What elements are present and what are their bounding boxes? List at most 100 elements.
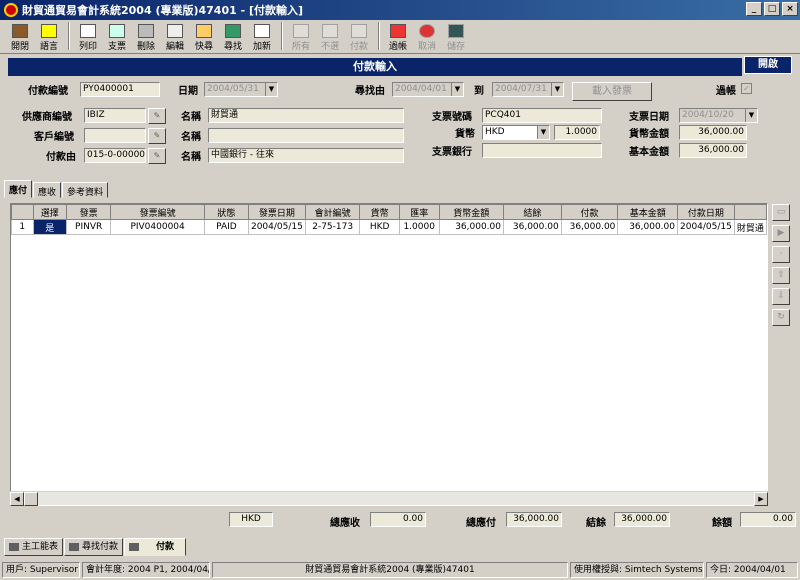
- tab-receivable[interactable]: 應收: [33, 182, 62, 198]
- minimize-button[interactable]: _: [746, 2, 762, 16]
- close-button[interactable]: ×: [782, 2, 798, 16]
- supplier-no-field[interactable]: IBIZ: [84, 108, 146, 123]
- grid-header-row: 選擇 發票 發票編號 狀態 發票日期 會計編號 貨幣 匯率 貨幣金額 結餘 付款…: [11, 204, 767, 220]
- toolbar-save-button[interactable]: 儲存: [442, 22, 470, 52]
- toolbar-add-new-button[interactable]: 加新: [248, 22, 276, 52]
- currency-select[interactable]: HKD ▼: [482, 125, 550, 140]
- chevron-down-icon[interactable]: ▼: [265, 83, 277, 96]
- exchange-rate-field[interactable]: 1.0000: [554, 125, 600, 140]
- column-header[interactable]: 發票日期: [247, 204, 306, 220]
- column-header[interactable]: 貨幣: [359, 204, 400, 220]
- column-header[interactable]: [733, 204, 767, 220]
- move-down-icon[interactable]: ⇩: [772, 288, 790, 305]
- refresh-icon[interactable]: ↻: [772, 309, 790, 326]
- toolbar-delete-button[interactable]: 刪除: [132, 22, 160, 52]
- payment-cell[interactable]: 36,000.00: [560, 219, 619, 235]
- chevron-down-icon[interactable]: ▼: [551, 83, 563, 96]
- column-header[interactable]: 結餘: [503, 204, 562, 220]
- horizontal-scrollbar[interactable]: ◀ ▶: [10, 491, 768, 506]
- column-header[interactable]: 匯率: [398, 204, 440, 220]
- customer-lookup-icon[interactable]: ✎: [148, 128, 166, 144]
- scroll-left-icon[interactable]: ◀: [10, 492, 24, 506]
- tab-payable[interactable]: 應付: [4, 180, 33, 198]
- base-amount-field[interactable]: 36,000.00: [679, 143, 747, 158]
- table-row[interactable]: 1 是 PINVR PIV0400004 PAID 2004/05/15 2-7…: [11, 219, 767, 235]
- pay-from-name-field[interactable]: 中國銀行 - 往來: [208, 148, 404, 163]
- select-cell[interactable]: 是: [32, 219, 67, 235]
- column-header[interactable]: 發票: [65, 204, 112, 220]
- posted-label: 過帳: [716, 86, 736, 97]
- column-header[interactable]: 付款: [560, 204, 619, 220]
- column-header[interactable]: 狀態: [203, 204, 249, 220]
- scroll-thumb[interactable]: [24, 492, 38, 506]
- supplier-lookup-icon[interactable]: ✎: [148, 108, 166, 124]
- cancel-icon: [419, 24, 435, 38]
- toolbar-cancel-button[interactable]: 取消: [413, 22, 441, 52]
- pay-from-field[interactable]: 015-0-000002: [84, 148, 146, 163]
- toolbar-quick-find-button[interactable]: 快尋: [190, 22, 218, 52]
- column-header[interactable]: 貨幣金額: [438, 204, 505, 220]
- chevron-down-icon[interactable]: ▼: [745, 109, 757, 122]
- new-document-icon: [254, 24, 270, 38]
- toolbar-cheque-button[interactable]: 支票: [103, 22, 131, 52]
- toolbar-deselect-button[interactable]: 不選: [316, 22, 344, 52]
- invoice-type-cell: PINVR: [65, 219, 112, 235]
- chevron-down-icon[interactable]: ▼: [537, 126, 549, 139]
- window-tabs: 主工能表 尋找付款 付款: [4, 538, 187, 556]
- customer-no-field[interactable]: [84, 128, 146, 143]
- window-icon: [69, 543, 80, 551]
- toolbar-print-button[interactable]: 列印: [74, 22, 102, 52]
- currency-cell: HKD: [359, 219, 400, 235]
- next-record-icon[interactable]: ▶: [772, 225, 790, 242]
- maximize-button[interactable]: □: [764, 2, 780, 16]
- toolbar-find-button[interactable]: 尋找: [219, 22, 247, 52]
- move-up-icon[interactable]: ⇧: [772, 267, 790, 284]
- rate-cell: 1.0000: [398, 219, 440, 235]
- search-to-field[interactable]: 2004/07/31 ▼: [492, 82, 564, 97]
- column-header[interactable]: 基本金額: [617, 204, 678, 220]
- invoice-grid[interactable]: 選擇 發票 發票編號 狀態 發票日期 會計編號 貨幣 匯率 貨幣金額 結餘 付款…: [10, 203, 768, 506]
- tab-reference[interactable]: 參考資料: [62, 182, 109, 198]
- pay-from-lookup-icon[interactable]: ✎: [148, 148, 166, 164]
- toolbar-post-button[interactable]: 過帳: [384, 22, 412, 52]
- column-header[interactable]: 選擇: [32, 204, 67, 220]
- tab-find-payment[interactable]: 尋找付款: [64, 538, 124, 556]
- toolbar-payment-button[interactable]: 付款: [345, 22, 373, 52]
- first-record-icon[interactable]: ▭: [772, 204, 790, 221]
- chevron-down-icon[interactable]: ▼: [451, 83, 463, 96]
- footer-currency-field: HKD: [229, 512, 273, 527]
- column-header[interactable]: [11, 204, 34, 220]
- cheque-bank-field[interactable]: [482, 143, 602, 158]
- customer-name-field[interactable]: [208, 128, 404, 143]
- title-bar: 財貿通貿易會計系統2004 (專業版)47401 - [付款輸入] _ □ ×: [0, 0, 800, 20]
- binoculars-icon: [225, 24, 241, 38]
- column-header[interactable]: 會計編號: [304, 204, 361, 220]
- load-invoice-button[interactable]: 載入發票: [572, 82, 652, 101]
- tab-main-menu[interactable]: 主工能表: [4, 538, 64, 556]
- search-from-field[interactable]: 2004/04/01 ▼: [392, 82, 464, 97]
- toolbar: 開閉 語言 列印 支票 刪除 編輯 快尋 尋找 加新 所有 不選 付款 過帳 取…: [0, 20, 800, 54]
- posted-checkbox[interactable]: ✓: [741, 83, 752, 94]
- toolbar-open-close-button[interactable]: 開閉: [6, 22, 34, 52]
- currency-amount-field[interactable]: 36,000.00: [679, 125, 747, 140]
- insert-row-icon[interactable]: ·: [772, 246, 790, 263]
- toolbar-select-all-button[interactable]: 所有: [287, 22, 315, 52]
- cheque-no-field[interactable]: PCQ401: [482, 108, 602, 123]
- column-header[interactable]: 發票編號: [110, 204, 205, 220]
- column-header[interactable]: 付款日期: [677, 204, 735, 220]
- scroll-right-icon[interactable]: ▶: [754, 492, 768, 506]
- toolbar-language-button[interactable]: 語言: [35, 22, 63, 52]
- remaining-field: 0.00: [740, 512, 796, 527]
- toolbar-edit-button[interactable]: 編輯: [161, 22, 189, 52]
- status-period: 會計年度: 2004 P1, 2004/04/01: [82, 562, 210, 578]
- window-title: 財貿通貿易會計系統2004 (專業版)47401 - [付款輸入]: [22, 4, 304, 17]
- invoice-table: 選擇 發票 發票編號 狀態 發票日期 會計編號 貨幣 匯率 貨幣金額 結餘 付款…: [11, 204, 767, 235]
- supplier-name-field[interactable]: 財貿通: [208, 108, 404, 123]
- payment-no-field[interactable]: PY0400001: [80, 82, 160, 97]
- tab-payment[interactable]: 付款: [124, 538, 187, 556]
- open-button[interactable]: 開啟: [744, 56, 792, 74]
- cheque-date-label: 支票日期: [629, 112, 669, 123]
- payment-date-cell: 2004/05/15: [677, 219, 735, 235]
- cheque-date-field[interactable]: 2004/10/20 ▼: [679, 108, 758, 123]
- date-field[interactable]: 2004/05/31 ▼: [204, 82, 278, 97]
